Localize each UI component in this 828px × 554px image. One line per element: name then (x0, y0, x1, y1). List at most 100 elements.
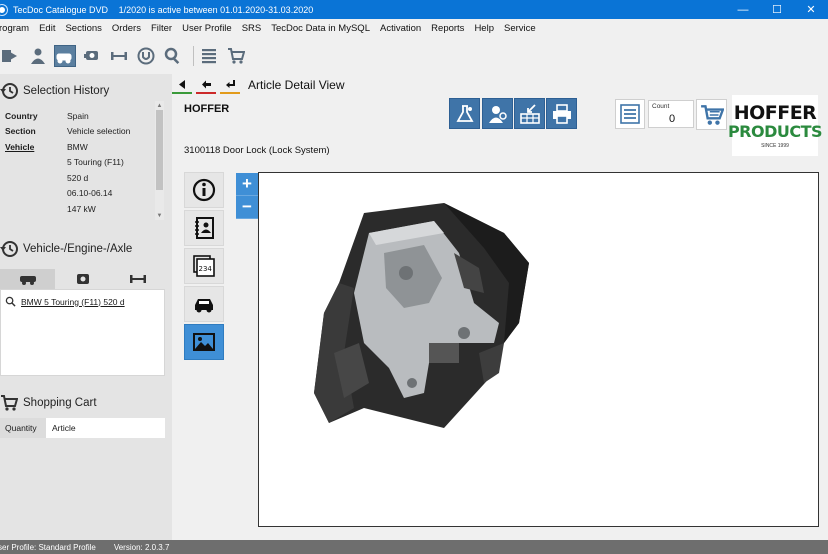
menu-edit[interactable]: Edit (34, 23, 60, 34)
menu-service[interactable]: Service (499, 23, 541, 34)
menu-help[interactable]: Help (469, 23, 499, 34)
active-period: 1/2020 is active between 01.01.2020-31.0… (118, 4, 314, 15)
cart-icon (700, 104, 724, 125)
zoom-controls: + − (236, 173, 258, 219)
scroll-up-icon[interactable]: ▲ (155, 101, 164, 110)
back-button[interactable] (196, 76, 216, 94)
user-icon (31, 48, 45, 64)
shopping-cart-title: Shopping Cart (23, 397, 97, 409)
print-button[interactable] (546, 98, 577, 129)
list-item[interactable]: BMW 5 Touring (F11) 520 d (1, 290, 164, 313)
quantity-column: Quantity (0, 418, 46, 438)
selection-history-header: Selection History (0, 82, 109, 100)
list-icon (202, 49, 216, 64)
history-row: 147 kW (0, 201, 165, 217)
axle-icon (111, 52, 127, 60)
menu-user-profile[interactable]: User Profile (177, 23, 237, 34)
exit-button[interactable] (0, 45, 22, 67)
article-image-frame (258, 172, 819, 527)
car-search-icon (56, 53, 72, 64)
zoom-out-button[interactable]: − (236, 196, 258, 219)
tab-contacts[interactable] (184, 210, 224, 246)
scroll-down-icon[interactable]: ▼ (155, 211, 164, 220)
tab-vehicle[interactable] (0, 269, 55, 289)
history-value: Vehicle selection (67, 126, 131, 137)
search-button[interactable] (162, 45, 184, 67)
lab-info-button[interactable] (449, 98, 480, 129)
menu-tecdoc-mysql[interactable]: TecDoc Data in MySQL (266, 23, 375, 34)
menu-bar: rogram Edit Sections Orders Filter User … (0, 19, 828, 38)
tab-info[interactable] (184, 172, 224, 208)
history-value: BMW (67, 141, 88, 152)
menu-srs[interactable]: SRS (237, 23, 267, 34)
menu-reports[interactable]: Reports (426, 23, 469, 34)
vehicle-search-button[interactable] (54, 45, 76, 67)
universal-parts-button[interactable] (135, 45, 157, 67)
app-name: TecDoc Catalogue DVD (13, 4, 109, 15)
collapse-left-button[interactable] (172, 76, 192, 94)
toolbar (0, 40, 828, 72)
brand-name: HOFFER (184, 103, 230, 115)
return-button[interactable] (220, 76, 240, 94)
navigation-row: Article Detail View (172, 75, 344, 95)
arrow-left-icon (201, 80, 211, 88)
axle-search-button[interactable] (108, 45, 130, 67)
vea-title: Vehicle-/Engine-/Axle (23, 243, 133, 255)
tab-engine[interactable] (55, 269, 110, 289)
axle-icon (129, 275, 146, 283)
menu-orders[interactable]: Orders (107, 23, 146, 34)
count-label: Count (652, 103, 670, 110)
export-icon (519, 103, 540, 124)
flask-icon (455, 104, 474, 122)
supplier-info-button[interactable] (482, 98, 513, 129)
close-button[interactable]: ✕ (794, 0, 828, 19)
status-version: Version: 2.0.3.7 (113, 542, 170, 552)
universal-icon (137, 47, 155, 65)
history-row: Country Spain (0, 108, 165, 124)
logo-line1: HOFFER (733, 101, 817, 124)
menu-program[interactable]: rogram (0, 23, 34, 34)
list-button[interactable] (198, 45, 220, 67)
history-icon (0, 83, 18, 99)
tab-images[interactable] (184, 324, 224, 360)
selection-history-table: Country Spain Section Vehicle selection Ve… (0, 108, 165, 222)
add-to-cart-button[interactable] (696, 99, 727, 130)
printer-icon (552, 103, 571, 124)
search-icon (5, 296, 16, 307)
article-name: 3100118 Door Lock (Lock System) (184, 145, 330, 156)
history-value: 520 d (67, 172, 89, 183)
zoom-in-button[interactable]: + (236, 173, 258, 196)
minimize-button[interactable]: — (726, 0, 760, 19)
article-list-button[interactable] (615, 99, 645, 129)
scroll-thumb[interactable] (156, 110, 163, 190)
cart-table-header: Quantity Article (0, 418, 165, 438)
engine-icon (84, 51, 98, 60)
engine-search-button[interactable] (81, 45, 103, 67)
count-value: 0 (669, 113, 676, 125)
history-scrollbar[interactable]: ▲ ▼ (155, 101, 164, 220)
logo-line3: SINCE 1999 (761, 142, 789, 149)
export-button[interactable] (514, 98, 545, 129)
menu-filter[interactable]: Filter (146, 23, 177, 34)
vea-header: Vehicle-/Engine-/Axle (0, 240, 132, 258)
numbers-icon: 234 (193, 255, 215, 277)
history-value: 147 kW (67, 203, 96, 214)
car-icon (195, 299, 213, 313)
cart-toolbar-button[interactable] (225, 45, 247, 67)
menu-activation[interactable]: Activation (375, 23, 426, 34)
tab-reference-numbers[interactable]: 234 (184, 248, 224, 284)
tab-vehicles[interactable] (184, 286, 224, 322)
image-icon (193, 333, 215, 351)
vea-list: BMW 5 Touring (F11) 520 d (0, 289, 165, 376)
vehicle-link[interactable]: Vehicle (0, 142, 67, 152)
history-row: 06.10-06.14 (0, 186, 165, 202)
tab-axle[interactable] (110, 269, 165, 289)
vehicle-item-label[interactable]: BMW 5 Touring (F11) 520 d (21, 297, 125, 307)
article-detail-area: Article Detail View HOFFER 3100118 Door … (172, 72, 828, 540)
menu-sections[interactable]: Sections (60, 23, 106, 34)
contact-book-icon (195, 217, 214, 239)
user-profile-button[interactable] (27, 45, 49, 67)
engine-icon (76, 274, 89, 284)
brand-logo: HOFFER PRODUCTS SINCE 1999 (728, 95, 823, 156)
maximize-button[interactable]: ☐ (760, 0, 794, 19)
